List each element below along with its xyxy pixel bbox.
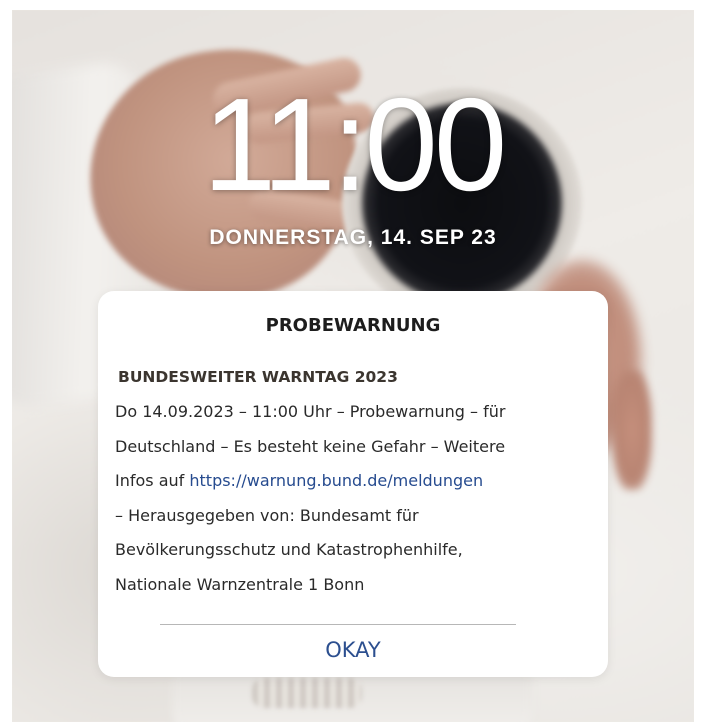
wallpaper-hand-right-fingers — [612, 370, 652, 490]
wallpaper-watch-strap — [252, 678, 362, 708]
alert-subtitle: BUNDESWEITER WARNTAG 2023 — [118, 368, 398, 386]
alert-message-line-with-link: Infos auf https://warnung.bund.de/meldun… — [115, 464, 601, 499]
alert-divider — [160, 624, 516, 625]
alert-message-line: Do 14.09.2023 – 11:00 Uhr – Probewarnung… — [115, 402, 506, 421]
emergency-alert-dialog: PROBEWARNUNG BUNDESWEITER WARNTAG 2023 D… — [98, 291, 608, 677]
lock-screen: 11:00 DONNERSTAG, 14. SEP 23 PROBEWARNUN… — [12, 10, 694, 722]
alert-message-line: Deutschland – Es besteht keine Gefahr – … — [115, 436, 506, 456]
alert-message: Do 14.09.2023 – 11:00 Uhr – Probewarnung… — [115, 395, 601, 602]
alert-title: PROBEWARNUNG — [265, 315, 441, 336]
alert-message-line: Bevölkerungsschutz und Katastrophenhilfe… — [115, 540, 463, 559]
lock-screen-clock: 11:00 — [202, 71, 508, 218]
okay-button[interactable]: OKAY — [278, 629, 428, 671]
alert-info-link[interactable]: https://warnung.bund.de/meldungen — [189, 471, 483, 490]
alert-message-line: Nationale Warnzentrale 1 Bonn — [115, 574, 365, 594]
alert-message-line: – Herausgegeben von: Bundesamt für — [115, 505, 419, 525]
alert-message-text: Infos auf — [115, 471, 190, 490]
lock-screen-date: DONNERSTAG, 14. SEP 23 — [209, 226, 497, 249]
